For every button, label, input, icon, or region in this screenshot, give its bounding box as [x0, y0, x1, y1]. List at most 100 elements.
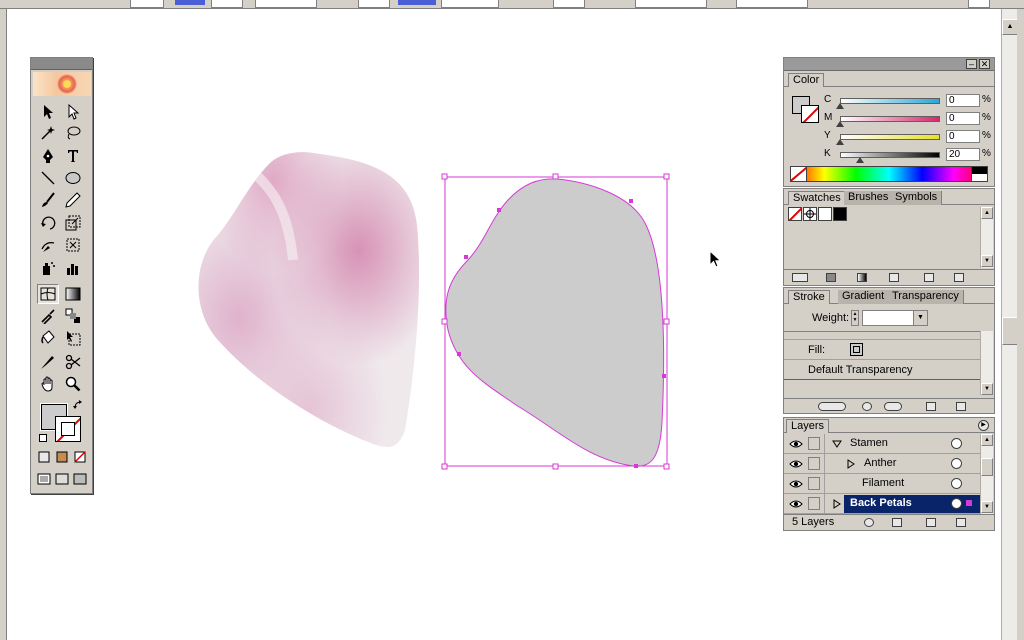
appearance-transparency-row[interactable]: Default Transparency — [784, 360, 980, 380]
lock-toggle[interactable] — [808, 437, 820, 450]
layers-scrollbar[interactable]: ▲ ▼ — [980, 434, 993, 514]
standard-screen-mode-button[interactable] — [34, 471, 54, 487]
document-vertical-scrollbar[interactable]: ▲ — [1001, 9, 1018, 640]
clear-appearance-icon[interactable] — [862, 402, 872, 411]
layer-target-circle-icon[interactable] — [951, 478, 962, 489]
gradient-mode-button[interactable] — [52, 449, 72, 465]
layer-row[interactable]: Stamen — [784, 434, 980, 454]
layer-target-circle-icon[interactable] — [951, 458, 962, 469]
lock-toggle[interactable] — [808, 457, 820, 470]
tab-layers[interactable]: Layers — [786, 419, 830, 433]
delete-layer-icon[interactable] — [956, 518, 966, 527]
slider-track-m[interactable] — [840, 116, 940, 122]
full-screen-mode-button[interactable] — [70, 471, 90, 487]
tab-gradient[interactable]: Gradient — [838, 290, 890, 304]
gradient-tool[interactable] — [62, 284, 84, 304]
scroll-up-arrow[interactable]: ▲ — [1002, 19, 1018, 35]
control-opacity-link[interactable] — [398, 0, 436, 5]
appearance-stroke-row[interactable] — [784, 332, 980, 340]
stroke-panel-scroll-down[interactable]: ▼ — [981, 383, 993, 395]
new-art-basic-appearance-icon[interactable] — [818, 402, 846, 411]
close-panel-button[interactable]: ✕ — [979, 59, 990, 69]
reduce-to-basic-appearance-icon[interactable] — [884, 402, 902, 411]
swatch-libraries-menu-icon[interactable] — [792, 273, 808, 282]
slider-track-c[interactable] — [840, 98, 940, 104]
symbol-sprayer-tool[interactable] — [37, 258, 59, 278]
slider-value-c[interactable]: 0 — [946, 94, 980, 107]
visibility-eye-icon[interactable] — [789, 498, 803, 510]
slider-value-y[interactable]: 0 — [946, 130, 980, 143]
ellipse-tool[interactable] — [62, 168, 84, 188]
scissors-tool[interactable] — [62, 352, 84, 372]
stroke-none-swatch[interactable] — [55, 416, 81, 442]
delete-item-icon[interactable] — [956, 402, 966, 411]
control-style-box[interactable] — [553, 0, 585, 8]
visibility-eye-icon[interactable] — [789, 438, 803, 450]
lasso-tool[interactable] — [62, 123, 84, 143]
column-graph-tool[interactable] — [62, 258, 84, 278]
slider-thumb-c[interactable] — [836, 103, 844, 109]
none-mode-button[interactable] — [70, 449, 90, 465]
selected-petal-shape[interactable] — [438, 170, 674, 472]
layer-target-circle-icon[interactable] — [951, 438, 962, 449]
line-segment-tool[interactable] — [37, 168, 59, 188]
control-opacity-field[interactable] — [441, 0, 499, 8]
magic-wand-tool[interactable] — [37, 123, 59, 143]
zoom-tool[interactable] — [62, 374, 84, 394]
spectrum-black-white-swatch[interactable] — [971, 167, 987, 181]
tab-stroke[interactable]: Stroke — [788, 290, 830, 304]
control-menu-button[interactable] — [968, 0, 990, 8]
layer-row[interactable]: Back Petals — [784, 494, 980, 514]
slider-track-y[interactable] — [840, 134, 940, 140]
color-panel-titlebar[interactable]: – ✕ — [784, 58, 994, 71]
swatches-scroll-up[interactable]: ▲ — [981, 207, 993, 219]
control-stroke-box[interactable] — [211, 0, 243, 8]
selection-tool[interactable] — [37, 102, 59, 122]
live-paint-selection-tool[interactable] — [62, 328, 84, 348]
duplicate-item-icon[interactable] — [926, 402, 936, 411]
weight-stepper[interactable]: ▲ ▼ — [851, 310, 859, 326]
show-gradient-swatches-icon[interactable] — [857, 273, 867, 282]
color-fill-stroke-proxy[interactable] — [792, 96, 820, 124]
tab-transparency[interactable]: Transparency — [888, 290, 964, 304]
swap-fill-stroke-icon[interactable] — [73, 400, 83, 410]
slider-track-k[interactable] — [840, 152, 940, 158]
type-tool[interactable] — [62, 146, 84, 166]
weight-dropdown[interactable]: ▼ — [862, 310, 928, 326]
make-clipping-mask-icon[interactable] — [864, 518, 874, 527]
warp-tool[interactable] — [37, 235, 59, 255]
pen-tool[interactable] — [37, 146, 59, 166]
free-transform-tool[interactable] — [62, 235, 84, 255]
lock-toggle[interactable] — [808, 477, 820, 490]
swatch-black[interactable] — [833, 207, 847, 221]
paintbrush-tool[interactable] — [37, 190, 59, 210]
rotate-tool[interactable] — [37, 213, 59, 233]
default-fill-stroke-icon[interactable] — [39, 434, 47, 442]
mesh-petal-artwork[interactable] — [193, 150, 423, 455]
delete-swatch-icon[interactable] — [954, 273, 964, 282]
color-stroke-proxy[interactable] — [801, 105, 819, 123]
layers-panel-menu-icon[interactable]: ▶ — [978, 420, 989, 431]
control-field-a[interactable] — [635, 0, 707, 8]
swatch-white[interactable] — [818, 207, 832, 221]
illustrator-logo[interactable] — [33, 72, 91, 96]
visibility-eye-icon[interactable] — [789, 458, 803, 470]
swatch-none[interactable] — [788, 207, 802, 221]
create-sublayer-icon[interactable] — [892, 518, 902, 527]
create-new-layer-icon[interactable] — [926, 518, 936, 527]
color-mode-button[interactable] — [34, 449, 54, 465]
eyedropper-tool[interactable] — [37, 306, 59, 326]
show-pattern-swatches-icon[interactable] — [889, 273, 899, 282]
layers-scroll-up[interactable]: ▲ — [981, 434, 993, 446]
color-spectrum-bar[interactable] — [790, 166, 988, 182]
disclosure-triangle-collapsed-icon[interactable] — [846, 459, 856, 469]
layer-row[interactable]: Filament — [784, 474, 980, 494]
tab-symbols[interactable]: Symbols — [891, 191, 943, 205]
pencil-tool[interactable] — [62, 190, 84, 210]
minimize-panel-button[interactable]: – — [966, 59, 977, 69]
tab-swatches[interactable]: Swatches — [788, 191, 846, 205]
disclosure-triangle-collapsed-icon[interactable] — [832, 499, 842, 509]
slider-thumb-m[interactable] — [836, 121, 844, 127]
visibility-eye-icon[interactable] — [789, 478, 803, 490]
stroke-panel-scrollbar[interactable]: ▼ — [980, 331, 993, 395]
